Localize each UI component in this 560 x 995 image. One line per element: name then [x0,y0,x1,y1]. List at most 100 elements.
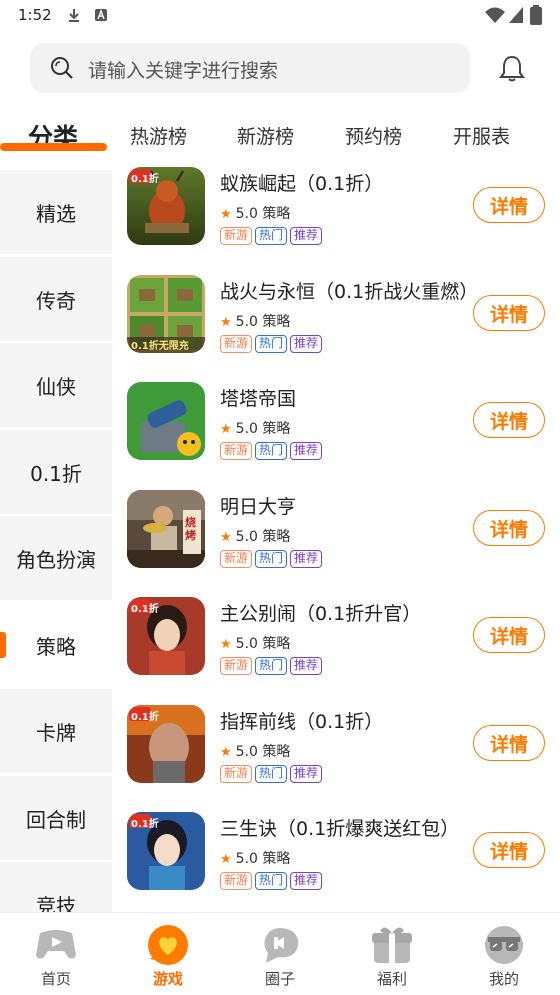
star-icon: ★ [220,315,232,330]
sidebar-item-discount[interactable]: 0.1折 [0,430,112,514]
download-icon [69,9,79,22]
tag-hot: 热门 [255,765,288,783]
sidebar-item-rpg[interactable]: 角色扮演 [0,516,112,600]
nav-profile[interactable]: 我的 [448,913,560,995]
game-title: 明日大亨 [220,496,297,518]
game-rating: 5.0 [235,636,258,652]
sidebar-item-turn-based[interactable]: 回合制 [0,776,112,860]
star-icon: ★ [220,637,232,652]
game-item[interactable]: 塔塔帝国 ★ 5.0 策略 新游 热门 推荐 详情 [127,382,547,462]
tag-recommended: 推荐 [290,442,323,460]
nav-label: 游戏 [152,970,183,988]
nav-games[interactable]: 游戏 [112,913,224,995]
details-button[interactable]: 详情 [473,295,545,331]
tab-reservation[interactable]: 预约榜 [345,122,402,149]
game-title: 指挥前线（0.1折） [220,711,384,733]
details-button[interactable]: 详情 [473,832,545,868]
bell-icon[interactable] [498,54,526,82]
star-icon: ★ [220,745,232,760]
icon-badge: 0.1折 [131,819,159,830]
details-button[interactable]: 详情 [473,510,545,546]
category-sidebar: 精选 传奇 仙侠 0.1折 角色扮演 策略 卡牌 回合制 竞技 [0,168,112,912]
icon-badge: 烧烤 [185,516,196,542]
nav-label: 福利 [376,970,407,988]
game-rating: 5.0 [235,851,258,867]
details-button[interactable]: 详情 [473,617,545,653]
nav-label: 首页 [40,970,71,988]
game-item[interactable]: 0.1折无限充 战火与永恒（0.1折战火重燃） ★ 5.0 策略 新游 热门 推荐… [127,275,547,355]
nav-community[interactable]: 圈子 [224,913,336,995]
game-tags: 新游 热门 推荐 [220,442,323,460]
game-category: 策略 [262,529,291,545]
game-tags: 新游 热门 推荐 [220,765,323,783]
icon-badge: 0.1折 [131,712,159,723]
game-item[interactable]: 0.1折 主公别闹（0.1折升官） ★ 5.0 策略 新游 热门 推荐 详情 [127,597,547,677]
game-tags: 新游 热门 推荐 [220,227,323,245]
nav-welfare[interactable]: 福利 [336,913,448,995]
icon-badge: 0.1折 [131,604,159,615]
star-icon: ★ [220,422,232,437]
cannon-tower-icon [127,382,205,460]
game-title: 三生诀（0.1折爆爽送红包） [220,818,460,840]
game-title: 蚁族崛起（0.1折） [220,173,384,195]
game-title: 主公别闹（0.1折升官） [220,603,422,625]
status-time: 1:52 [18,6,52,24]
tag-new: 新游 [220,335,253,353]
tag-recommended: 推荐 [290,657,323,675]
game-item[interactable]: 烧烤 明日大亨 ★ 5.0 策略 新游 热门 推荐 详情 [127,490,547,570]
sidebar-item-strategy[interactable]: 策略 [0,603,112,687]
game-item[interactable]: 0.1折 三生诀（0.1折爆爽送红包） ★ 5.0 策略 新游 热门 推荐 详情 [127,812,547,892]
category-tabs: 分类 热游榜 新游榜 预约榜 开服表 [0,110,560,160]
game-title: 塔塔帝国 [220,388,297,410]
game-category: 策略 [262,206,291,222]
game-item[interactable]: 0.1折 蚁族崛起（0.1折） ★ 5.0 策略 新游 热门 推荐 详情 [127,167,547,247]
sidebar-item-legend[interactable]: 传奇 [0,257,112,341]
game-tags: 新游 热门 推荐 [220,550,323,568]
nav-home[interactable]: 首页 [0,913,112,995]
details-button[interactable]: 详情 [473,402,545,438]
tag-new: 新游 [220,550,253,568]
tab-new-games[interactable]: 新游榜 [237,122,294,149]
tab-hot-games[interactable]: 热游榜 [130,122,187,149]
sidebar-active-marker [0,632,6,658]
game-category: 策略 [262,314,291,330]
tag-recommended: 推荐 [290,335,323,353]
search-icon [51,57,73,79]
game-rating: 5.0 [235,314,258,330]
details-button[interactable]: 详情 [473,725,545,761]
tab-server-schedule[interactable]: 开服表 [453,122,510,149]
nav-label: 我的 [488,970,519,988]
search-input[interactable]: 请输入关键字进行搜索 [30,43,470,93]
tag-new: 新游 [220,657,253,675]
signal-icon [509,7,523,23]
game-title: 战火与永恒（0.1折战火重燃） [220,281,479,303]
game-item[interactable]: 0.1折 指挥前线（0.1折） ★ 5.0 策略 新游 热门 推荐 详情 [127,705,547,785]
icon-badge: 0.1折 [131,174,159,185]
sidebar-item-card[interactable]: 卡牌 [0,689,112,773]
tag-new: 新游 [220,765,253,783]
game-category: 策略 [262,744,291,760]
star-icon: ★ [220,207,232,222]
tag-hot: 热门 [255,442,288,460]
game-rating: 5.0 [235,206,258,222]
status-bar: 1:52 [0,0,560,32]
tag-hot: 热门 [255,550,288,568]
tag-recommended: 推荐 [290,765,323,783]
heart-chat-icon [148,925,188,965]
tag-hot: 热门 [255,335,288,353]
game-rating: 5.0 [235,744,258,760]
tag-new: 新游 [220,872,253,890]
sidebar-item-xianxia[interactable]: 仙侠 [0,343,112,427]
game-meta: ★ 5.0 策略 [220,203,290,223]
game-meta: ★ 5.0 策略 [220,526,290,546]
details-button[interactable]: 详情 [473,187,545,223]
nav-label: 圈子 [264,970,295,988]
sidebar-item-competitive[interactable]: 竞技 [0,862,112,912]
game-rating: 5.0 [235,421,258,437]
chat-bubble-icon [264,928,299,963]
star-icon: ★ [220,530,232,545]
tag-recommended: 推荐 [290,872,323,890]
sidebar-item-featured[interactable]: 精选 [0,170,112,254]
battery-icon [530,5,542,25]
game-meta: ★ 5.0 策略 [220,848,290,868]
